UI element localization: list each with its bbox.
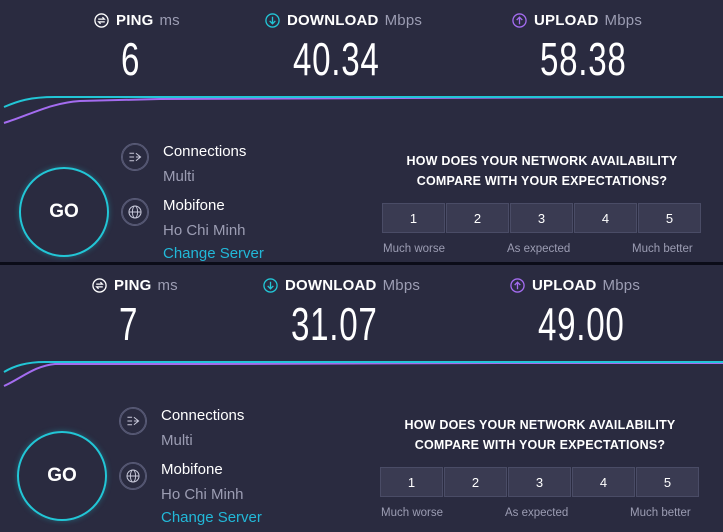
ping-icon	[94, 13, 109, 28]
download-label: DOWNLOAD	[287, 12, 379, 29]
ping-value: 6	[121, 33, 141, 85]
change-server-link[interactable]: Change Server	[161, 509, 262, 526]
upload-arrow-icon	[510, 278, 525, 293]
go-button[interactable]: GO	[19, 167, 109, 257]
question-line-1: HOW DOES YOUR NETWORK AVAILABILITY	[404, 418, 676, 432]
isp-name: Mobifone	[163, 197, 225, 214]
speed-graph	[3, 361, 723, 387]
globe-icon	[119, 462, 147, 490]
scale-label-much-worse: Much worse	[383, 243, 445, 255]
ping-unit: ms	[157, 277, 178, 294]
upload-arrow-icon	[512, 13, 527, 28]
upload-graph-line	[3, 362, 723, 387]
globe-icon	[121, 198, 149, 226]
server-location: Ho Chi Minh	[163, 222, 246, 239]
connections-value: Multi	[161, 432, 193, 449]
download-arrow-icon	[265, 13, 280, 28]
rating-button-1[interactable]: 1	[380, 467, 443, 497]
upload-graph-line	[3, 96, 723, 124]
expectation-question: HOW DOES YOUR NETWORK AVAILABILITY COMPA…	[370, 415, 710, 455]
upload-label: UPLOAD	[534, 12, 599, 29]
connections-icon	[121, 143, 149, 171]
ping-label: PING	[114, 277, 152, 294]
change-server-link[interactable]: Change Server	[163, 245, 264, 262]
ping-metric: PING ms 7	[92, 277, 178, 350]
download-value: 40.34	[293, 33, 380, 85]
connections-value: Multi	[163, 168, 195, 185]
upload-value: 58.38	[540, 33, 627, 85]
rating-button-4[interactable]: 4	[572, 467, 635, 497]
rating-button-2[interactable]: 2	[446, 203, 509, 233]
connections-label: Connections	[163, 143, 247, 160]
scale-label-much-worse: Much worse	[381, 507, 443, 519]
ping-metric: PING ms 6	[94, 12, 180, 85]
rating-button-5[interactable]: 5	[638, 203, 701, 233]
scale-label-as-expected: As expected	[507, 243, 571, 255]
rating-button-4[interactable]: 4	[574, 203, 637, 233]
scale-label-as-expected: As expected	[505, 507, 569, 519]
connections-label: Connections	[161, 407, 245, 424]
download-value: 31.07	[291, 298, 378, 350]
go-button-label: GO	[49, 201, 79, 222]
rating-button-2[interactable]: 2	[444, 467, 507, 497]
connections-icon	[119, 407, 147, 435]
upload-label: UPLOAD	[532, 277, 597, 294]
ping-label: PING	[116, 12, 154, 29]
upload-unit: Mbps	[604, 12, 643, 29]
rating-bar: 1 2 3 4 5	[382, 203, 702, 233]
isp-name: Mobifone	[161, 461, 223, 478]
server-location: Ho Chi Minh	[161, 486, 244, 503]
upload-metric: UPLOAD Mbps 49.00	[510, 277, 641, 350]
download-metric: DOWNLOAD Mbps 40.34	[265, 12, 423, 85]
go-button-label: GO	[47, 465, 77, 486]
ping-icon	[92, 278, 107, 293]
rating-button-3[interactable]: 3	[508, 467, 571, 497]
expectation-question: HOW DOES YOUR NETWORK AVAILABILITY COMPA…	[372, 151, 712, 191]
speed-graph	[3, 96, 723, 124]
rating-button-1[interactable]: 1	[382, 203, 445, 233]
upload-metric: UPLOAD Mbps 58.38	[512, 12, 643, 85]
rating-bar: 1 2 3 4 5	[380, 467, 700, 497]
download-unit: Mbps	[382, 277, 421, 294]
question-line-1: HOW DOES YOUR NETWORK AVAILABILITY	[406, 154, 678, 168]
scale-label-much-better: Much better	[632, 243, 693, 255]
download-metric: DOWNLOAD Mbps 31.07	[263, 277, 421, 350]
upload-value: 49.00	[538, 298, 625, 350]
ping-unit: ms	[159, 12, 180, 29]
ping-value: 7	[119, 298, 139, 350]
download-label: DOWNLOAD	[285, 277, 377, 294]
go-button[interactable]: GO	[17, 431, 107, 521]
download-arrow-icon	[263, 278, 278, 293]
speedtest-result-panel-2: PING ms 7 DOWNLOAD Mbps 31.07 UPLOAD Mbp…	[0, 265, 723, 532]
upload-unit: Mbps	[602, 277, 641, 294]
rating-button-3[interactable]: 3	[510, 203, 573, 233]
question-line-2: COMPARE WITH YOUR EXPECTATIONS?	[414, 438, 666, 452]
download-unit: Mbps	[384, 12, 423, 29]
scale-label-much-better: Much better	[630, 507, 691, 519]
speedtest-result-panel-1: PING ms 6 DOWNLOAD Mbps 40.34 UPLOAD Mbp…	[0, 0, 723, 262]
question-line-2: COMPARE WITH YOUR EXPECTATIONS?	[416, 174, 668, 188]
rating-button-5[interactable]: 5	[636, 467, 699, 497]
